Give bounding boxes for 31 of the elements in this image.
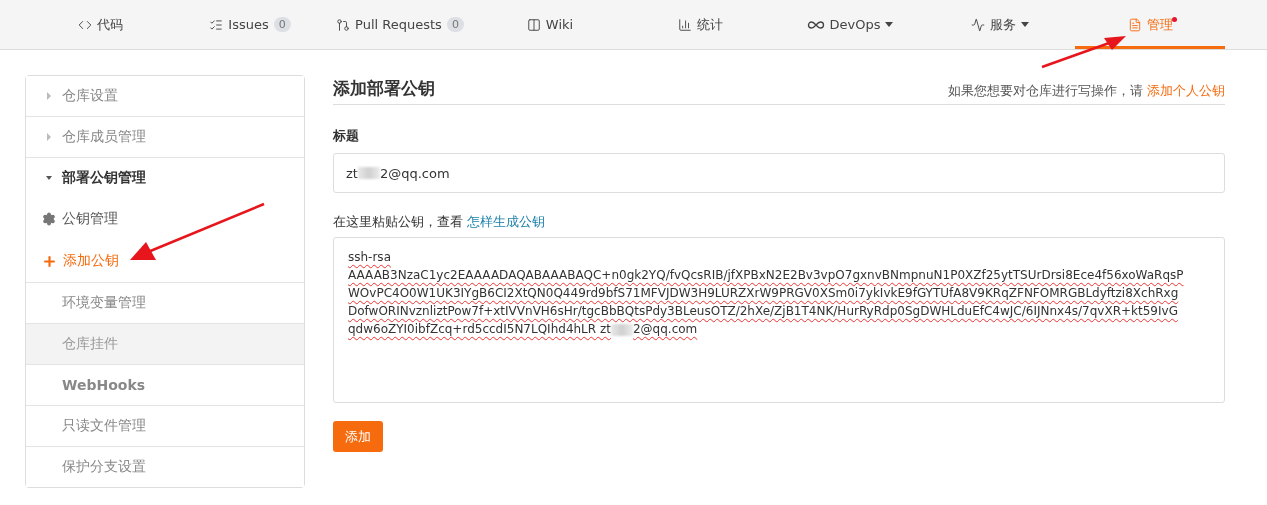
sidebar-item[interactable]: 保护分支设置 <box>26 446 304 487</box>
nav-tab[interactable]: Issues 0 <box>175 0 325 49</box>
count-badge: 0 <box>446 17 464 32</box>
nav-tab[interactable]: 代码 <box>25 0 175 49</box>
caret-down-icon <box>46 174 52 182</box>
count-badge: 0 <box>273 17 291 32</box>
checklist-icon <box>209 17 224 32</box>
caret-right-icon <box>46 92 52 100</box>
field-label: 标题 <box>333 127 360 145</box>
title-field[interactable]: zt 2@qq.com <box>333 153 1225 193</box>
document-icon <box>1127 17 1142 32</box>
how-to-generate-link[interactable]: 怎样生成公钥 <box>467 214 545 229</box>
nav-tab[interactable]: Pull Requests 0 <box>325 0 475 49</box>
key-textarea[interactable]: ssh-rsa AAAAB3NzaC1yc2EAAAADAQABAAABAQC+n0gk2YQ/fvQcsRIB/jfXPBxN2E2Bv3vpO7gxnvBNmpnuN1P0XZf25ytTSUrDrsi8Ece4f56xoWaRqsP WOvPC4O0W1UK3IYgB6CI2XtQN0Q449rd9bfS71MFVJDW3H9LURZXrW9PRGV0XSm0i7ykIvkE9fGYTUfA8V9KRqZFNFOMRGBLdyftzi8XchRxg DofwORINvznliztPow7f+xtIVVnVH6sHr/tgcBbBQtsPdy3BLeusOTZ/2hXe/ZjB1T4NK/HurRyRdp0SgDWHLduEfC4wJC/6IJNnx4s/7qvXR+kt59IvG qdw6oZYI0ibfZcq+rd5ccdI5N7LQIhd4hLR zt 2@qq.com <box>333 237 1225 403</box>
hint-text: 如果您想要对仓库进行写操作，请 添加个人公钥 <box>948 82 1225 100</box>
pull-request-icon <box>336 17 351 32</box>
nav-tab[interactable]: Wiki <box>475 0 625 49</box>
sidebar-subitem[interactable]: 添加公钥 <box>26 240 304 282</box>
field-label: 在这里粘贴公钥，查看 怎样生成公钥 <box>333 213 546 231</box>
add-personal-key-link[interactable]: 添加个人公钥 <box>1147 83 1225 98</box>
nav-tab[interactable]: 统计 <box>625 0 775 49</box>
bar-chart-icon <box>677 17 692 32</box>
plus-icon <box>42 253 57 269</box>
pulse-icon <box>971 17 985 32</box>
sidebar-subitem[interactable]: 公钥管理 <box>26 198 304 240</box>
add-button[interactable]: 添加 <box>333 421 383 452</box>
caret-right-icon <box>46 133 52 141</box>
nav-tab[interactable]: DevOps <box>775 0 925 49</box>
nav-tab[interactable]: 服务 <box>925 0 1075 49</box>
gear-icon <box>42 212 56 226</box>
page-title: 添加部署公钥 <box>333 77 435 100</box>
